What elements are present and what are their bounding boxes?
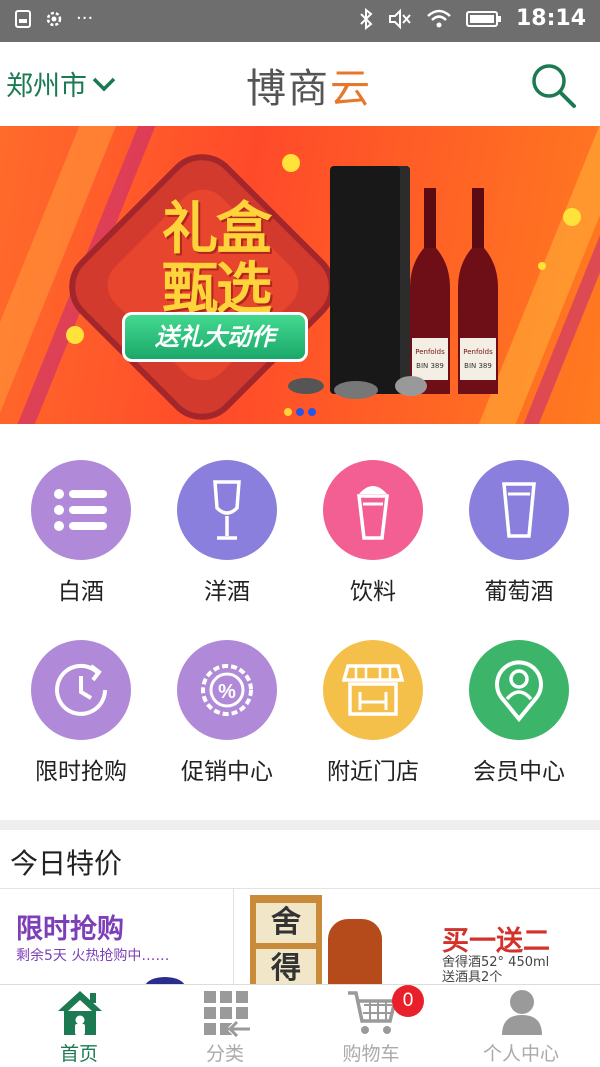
category-label: 附近门店 — [327, 759, 419, 785]
banner-title: 礼盒甄选 — [162, 197, 272, 322]
cart-count-badge: 0 — [392, 985, 424, 1017]
category-grid: 白酒 洋酒 饮料 葡萄酒 限时抢购 % 促销中心 附近门店 会员中心 — [0, 424, 600, 820]
flash-sale-countdown: 剩余5天 火热抢购中…… — [16, 948, 170, 964]
banner-pager — [284, 408, 316, 416]
status-bar: ··· 18:14 — [0, 0, 600, 42]
status-left: ··· — [14, 8, 93, 29]
mute-icon — [388, 8, 411, 29]
category-yangjiu[interactable]: 洋酒 — [154, 460, 300, 606]
nav-label: 分类 — [205, 1043, 244, 1065]
box-char: 得 — [256, 949, 316, 984]
category-member-center[interactable]: 会员中心 — [446, 640, 592, 786]
tumbler-icon — [502, 482, 536, 538]
category-baijiu[interactable]: 白酒 — [8, 460, 154, 606]
category-flash-sale[interactable]: 限时抢购 — [8, 640, 154, 786]
category-grid-icon — [204, 991, 250, 1037]
category-wine[interactable]: 葡萄酒 — [446, 460, 592, 606]
flash-sale-card[interactable]: 限时抢购 剩余5天 火热抢购中…… — [0, 889, 234, 984]
nav-label: 个人中心 — [482, 1043, 559, 1065]
wine-tools-image — [288, 376, 427, 399]
status-right: 18:14 — [358, 6, 586, 31]
deal-desc-line: 舍得酒52° 450ml — [442, 955, 550, 970]
user-icon — [502, 990, 542, 1035]
bottle-label-bin: BIN 389 — [464, 362, 492, 370]
special-offers-row: 限时抢购 剩余5天 火热抢购中…… 舍 得 买一送二 舍得酒52° 450ml … — [0, 888, 600, 984]
category-icon-circle — [177, 460, 277, 560]
clock-icon — [55, 663, 107, 716]
liquor-bottle-image — [328, 919, 382, 984]
percent-badge-icon: % — [201, 664, 253, 716]
logo-text-main: 博商 — [246, 66, 330, 112]
bottle-label-brand: Penfolds — [415, 348, 445, 356]
bottle-label-brand: Penfolds — [463, 348, 493, 356]
logo-text-accent: 云 — [330, 66, 372, 112]
search-icon[interactable] — [528, 60, 578, 110]
app-header: 郑州市 博商云 — [0, 42, 600, 126]
category-label: 会员中心 — [473, 759, 565, 785]
section-divider — [0, 820, 600, 830]
banner-decor-dot — [282, 154, 300, 172]
nav-home[interactable]: 首页 — [4, 985, 154, 1067]
deal-card[interactable]: 舍 得 买一送二 舍得酒52° 450ml 送酒具2个 — [236, 889, 600, 984]
battery-icon — [465, 10, 501, 27]
banner-subtitle: 送礼大动作 — [122, 312, 308, 362]
cart-icon — [348, 991, 398, 1034]
category-icon-circle — [31, 460, 131, 560]
city-label: 郑州市 — [6, 71, 87, 102]
deal-description: 舍得酒52° 450ml 送酒具2个 — [442, 955, 549, 984]
nav-label: 首页 — [59, 1043, 98, 1065]
category-icon-circle — [469, 640, 569, 740]
category-label: 饮料 — [350, 579, 396, 605]
pager-dot[interactable] — [284, 408, 292, 416]
storage-icon — [15, 9, 31, 28]
deal-desc-line: 送酒具2个 — [442, 970, 503, 984]
nav-profile[interactable]: 个人中心 — [446, 985, 596, 1067]
nav-label: 购物车 — [342, 1043, 400, 1065]
deal-title: 买一送二 — [442, 926, 550, 957]
banner-decor-dot — [563, 208, 581, 226]
more-dots-icon: ··· — [76, 8, 94, 29]
svg-text:%: % — [218, 681, 236, 703]
category-label: 限时抢购 — [35, 759, 127, 785]
promo-banner[interactable]: 礼盒甄选 送礼大动作 Penfolds BIN 389 Penfolds BIN… — [0, 126, 600, 424]
category-icon-circle — [31, 640, 131, 740]
flash-sale-product-image — [145, 977, 185, 984]
pager-dot[interactable] — [296, 408, 304, 416]
category-icon-circle — [469, 460, 569, 560]
bluetooth-icon — [360, 7, 373, 30]
category-label: 白酒 — [58, 579, 104, 605]
flash-sale-title: 限时抢购 — [16, 914, 124, 945]
box-char: 舍 — [256, 903, 316, 943]
wifi-icon — [427, 9, 451, 27]
store-icon — [342, 664, 404, 716]
category-icon-circle — [323, 460, 423, 560]
drink-cup-icon — [357, 486, 389, 540]
category-label: 葡萄酒 — [484, 579, 554, 605]
chevron-down-icon — [92, 77, 116, 91]
wine-glass-icon — [213, 480, 241, 540]
banner-decor-dot — [66, 326, 84, 344]
member-pin-icon — [495, 660, 543, 723]
wine-bottle-image: Penfolds BIN 389 — [458, 188, 498, 394]
bottom-nav: 首页 分类 购物车 0 个人中心 — [0, 984, 600, 1067]
category-promotions[interactable]: % 促销中心 — [154, 640, 300, 786]
category-icon-circle: % — [177, 640, 277, 740]
banner-decor-dot — [538, 262, 546, 270]
city-selector[interactable]: 郑州市 — [6, 64, 117, 103]
clock-time: 18:14 — [515, 6, 586, 31]
category-nearby-stores[interactable]: 附近门店 — [300, 640, 446, 786]
liquor-box-image: 舍 得 — [250, 895, 322, 984]
category-label: 促销中心 — [181, 759, 273, 785]
settings-gear-icon — [46, 11, 62, 26]
pager-dot[interactable] — [308, 408, 316, 416]
category-label: 洋酒 — [204, 579, 250, 605]
app-logo: 博商云 — [246, 56, 372, 114]
list-icon — [54, 489, 107, 531]
section-title: 今日特价 — [10, 847, 123, 880]
category-icon-circle — [323, 640, 423, 740]
nav-category[interactable]: 分类 — [150, 985, 300, 1067]
home-icon — [58, 991, 102, 1035]
category-drinks[interactable]: 饮料 — [300, 460, 446, 606]
